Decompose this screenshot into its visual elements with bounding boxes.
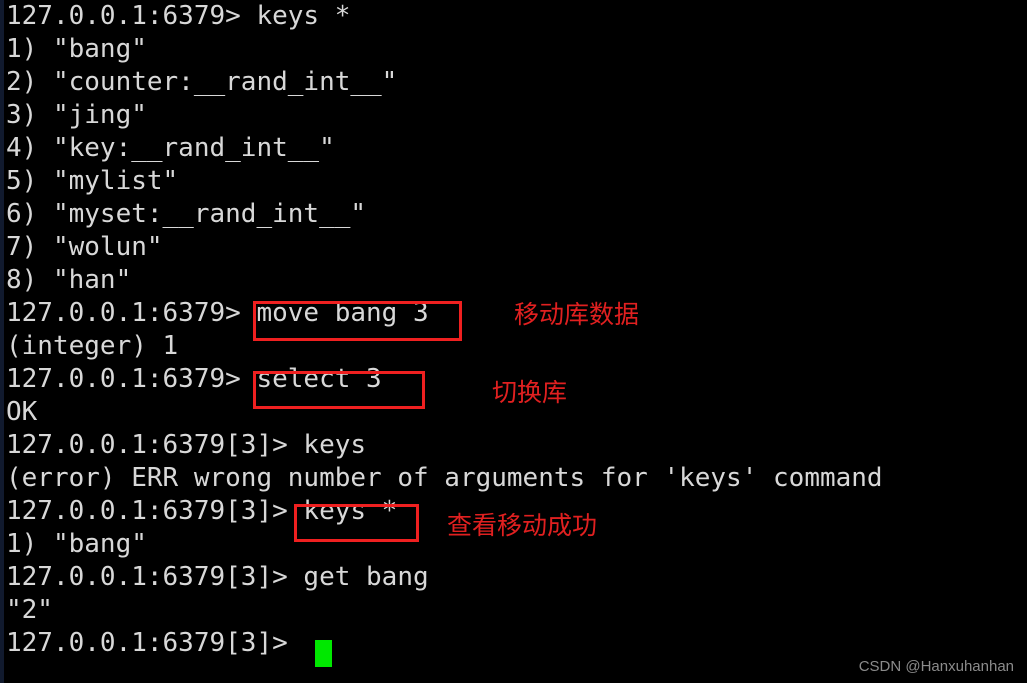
- terminal-line: 6) "myset:__rand_int__": [6, 199, 367, 229]
- watermark: CSDN @Hanxuhanhan: [858, 658, 1014, 675]
- annotation-verify-move: 查看移动成功: [447, 511, 598, 540]
- terminal-line: 7) "wolun": [6, 232, 163, 262]
- prompt-text: 127.0.0.1:6379[3]>: [6, 628, 304, 658]
- terminal-line: 8) "han": [6, 265, 132, 295]
- annotation-switch-db: 切换库: [492, 378, 568, 407]
- terminal-line: 3) "jing": [6, 100, 147, 130]
- terminal-line: "2": [6, 595, 53, 625]
- terminal-line: 5) "mylist": [6, 166, 179, 196]
- terminal-prompt-line[interactable]: 127.0.0.1:6379[3]>: [6, 627, 1027, 660]
- terminal-window: 127.0.0.1:6379> keys * 1) "bang" 2) "cou…: [0, 0, 1027, 683]
- terminal-line: (error) ERR wrong number of arguments fo…: [6, 463, 883, 493]
- terminal-line: 127.0.0.1:6379> keys *: [6, 1, 351, 31]
- terminal-output[interactable]: 127.0.0.1:6379> keys * 1) "bang" 2) "cou…: [4, 0, 1027, 660]
- terminal-line: 2) "counter:__rand_int__": [6, 67, 398, 97]
- terminal-line: 1) "bang": [6, 34, 147, 64]
- annotation-move-data: 移动库数据: [514, 300, 640, 329]
- terminal-line: 4) "key:__rand_int__": [6, 133, 335, 163]
- terminal-line: 127.0.0.1:6379[3]> keys: [6, 430, 367, 460]
- terminal-line: 127.0.0.1:6379[3]> get bang: [6, 562, 429, 592]
- terminal-line: (integer) 1: [6, 331, 179, 361]
- block-cursor-icon: [315, 640, 332, 667]
